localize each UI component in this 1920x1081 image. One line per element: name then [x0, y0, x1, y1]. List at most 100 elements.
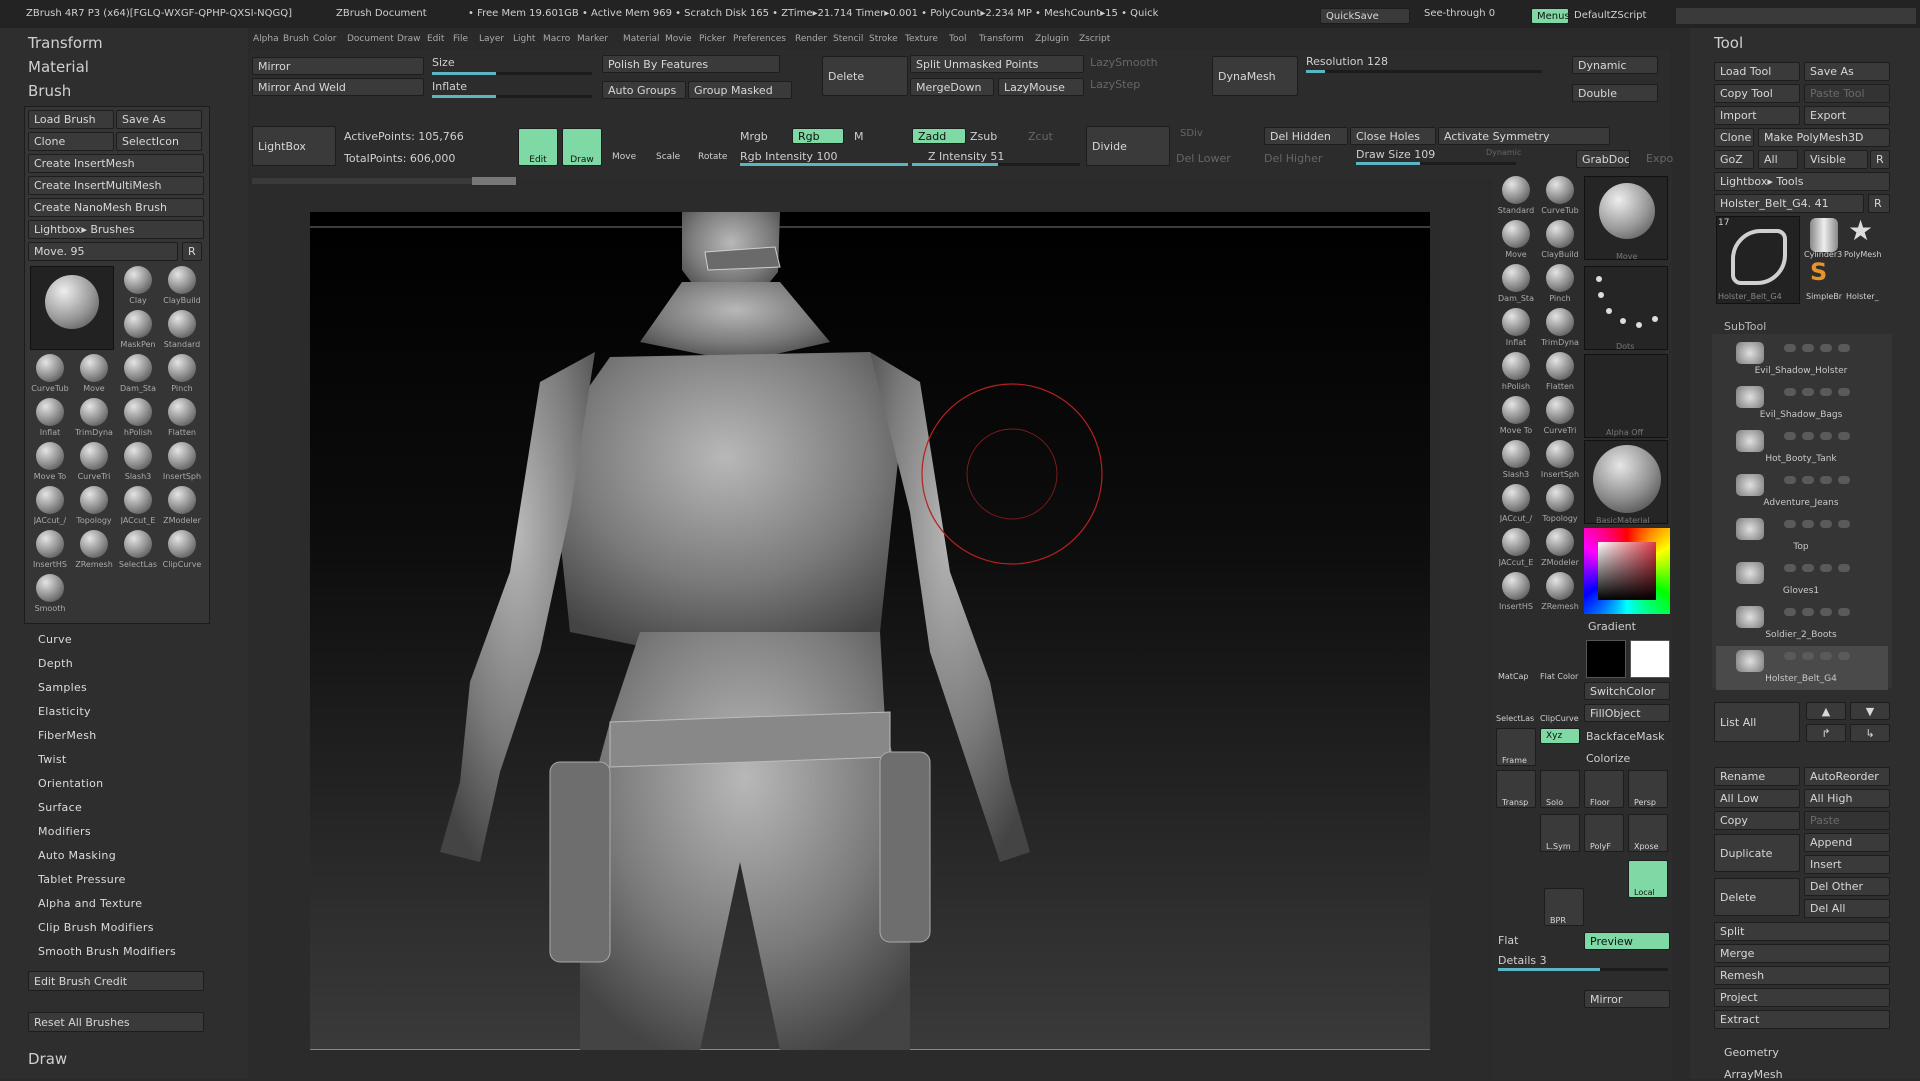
- append-button[interactable]: Append: [1804, 833, 1890, 852]
- subtool-toggles[interactable]: [1784, 344, 1884, 354]
- shelf-brush-hpolish[interactable]: hPolish: [1496, 352, 1536, 396]
- toggle-icon[interactable]: [1802, 520, 1814, 528]
- subtool-row[interactable]: Evil_Shadow_Bags: [1716, 382, 1888, 426]
- goz-visible-button[interactable]: Visible: [1804, 150, 1868, 169]
- section-alpha-and-texture[interactable]: Alpha and Texture: [38, 897, 142, 910]
- subtool-toggles[interactable]: [1784, 476, 1884, 486]
- toggle-icon[interactable]: [1820, 476, 1832, 484]
- menu-macro[interactable]: Macro: [543, 34, 570, 44]
- eye-icon[interactable]: [1838, 476, 1850, 484]
- toggle-icon[interactable]: [1784, 608, 1796, 616]
- copy-tool-button[interactable]: Copy Tool: [1714, 84, 1800, 103]
- paste-subtool-button[interactable]: Paste: [1804, 811, 1890, 830]
- current-tool-slider[interactable]: Holster_Belt_G4. 41: [1714, 194, 1864, 213]
- menu-zscript[interactable]: Zscript: [1079, 34, 1110, 44]
- draw-mode-button[interactable]: Draw: [562, 128, 602, 166]
- subtool-toggles[interactable]: [1784, 432, 1884, 442]
- menu-zplugin[interactable]: Zplugin: [1035, 34, 1069, 44]
- selecticon-button[interactable]: SelectIcon: [116, 132, 202, 151]
- main-color-swatch[interactable]: [1586, 640, 1626, 678]
- bpr-button[interactable]: BPR: [1544, 888, 1584, 926]
- section-tablet-pressure[interactable]: Tablet Pressure: [38, 873, 126, 886]
- split-unmasked-button[interactable]: Split Unmasked Points: [910, 55, 1084, 73]
- shelf-brush-claybuild[interactable]: ClayBuild: [1540, 220, 1580, 264]
- brush-header[interactable]: Brush: [28, 82, 71, 100]
- colorize-button[interactable]: Colorize: [1586, 752, 1630, 765]
- rgb-intensity-slider[interactable]: Rgb Intensity 100: [740, 150, 837, 163]
- shelf-brush-move[interactable]: Move: [1496, 220, 1536, 264]
- inflate-slider[interactable]: Inflate: [432, 80, 467, 93]
- xyz-button[interactable]: Xyz: [1540, 728, 1580, 744]
- shelf-brush-zremesh[interactable]: ZRemesh: [1540, 572, 1580, 616]
- dynamic-button[interactable]: Dynamic: [1572, 56, 1658, 74]
- edit-mode-button[interactable]: Edit: [518, 128, 558, 166]
- stroke-thumb[interactable]: [1584, 266, 1668, 350]
- current-tool-r[interactable]: R: [1868, 194, 1890, 213]
- toggle-icon[interactable]: [1820, 608, 1832, 616]
- create-nanomesh-button[interactable]: Create NanoMesh Brush: [28, 198, 204, 217]
- create-insertmultimesh-button[interactable]: Create InsertMultiMesh: [28, 176, 204, 195]
- move-down-button[interactable]: ▼: [1850, 702, 1890, 720]
- brush-jaccut-e[interactable]: JACcut_E: [118, 486, 158, 530]
- lazymouse-button[interactable]: LazyMouse: [998, 78, 1084, 96]
- solo-button[interactable]: Solo: [1540, 770, 1580, 808]
- menu-texture[interactable]: Texture: [905, 34, 938, 44]
- toggle-icon[interactable]: [1820, 432, 1832, 440]
- brush-selectlas[interactable]: SelectLas: [118, 530, 158, 574]
- secondary-color-swatch[interactable]: [1630, 640, 1670, 678]
- resolution-slider[interactable]: Resolution 128: [1306, 55, 1388, 68]
- polymesh-star-icon[interactable]: ★: [1848, 214, 1873, 247]
- brush-insertsph[interactable]: InsertSph: [162, 442, 202, 486]
- menu-movie[interactable]: Movie: [665, 34, 692, 44]
- section-auto-masking[interactable]: Auto Masking: [38, 849, 116, 862]
- brush-clay[interactable]: Clay: [118, 266, 158, 310]
- lightbox-tools-button[interactable]: Lightbox▸ Tools: [1714, 172, 1890, 191]
- shelf-brush-standard[interactable]: Standard: [1496, 176, 1536, 220]
- simplebrush-icon[interactable]: S: [1810, 258, 1827, 286]
- menu-preferences[interactable]: Preferences: [733, 34, 786, 44]
- subtool-row[interactable]: Adventure_Jeans: [1716, 470, 1888, 514]
- shelf-brush-dam-sta[interactable]: Dam_Sta: [1496, 264, 1536, 308]
- zcut-button[interactable]: Zcut: [1028, 130, 1053, 143]
- extract-section[interactable]: Extract: [1714, 1010, 1890, 1029]
- toggle-icon[interactable]: [1802, 564, 1814, 572]
- brush-dam-sta[interactable]: Dam_Sta: [118, 354, 158, 398]
- toggle-icon[interactable]: [1802, 432, 1814, 440]
- draw-header[interactable]: Draw: [28, 1050, 67, 1068]
- dynamesh-button[interactable]: DynaMesh: [1212, 56, 1298, 96]
- draw-size-slider[interactable]: Draw Size 109: [1356, 148, 1435, 161]
- clone-tool-button[interactable]: Clone: [1714, 128, 1754, 147]
- delete-subtool-button[interactable]: Delete: [1714, 878, 1800, 916]
- create-insertmesh-button[interactable]: Create InsertMesh: [28, 154, 204, 173]
- insert-button[interactable]: Insert: [1804, 855, 1890, 874]
- merge-section[interactable]: Merge: [1714, 944, 1890, 963]
- menu-stencil[interactable]: Stencil: [833, 34, 863, 44]
- polish-by-features-button[interactable]: Polish By Features: [602, 55, 780, 73]
- current-brush-thumb[interactable]: [30, 266, 114, 350]
- mirror-preview-button[interactable]: Mirror: [1584, 990, 1670, 1008]
- duplicate-button[interactable]: Duplicate: [1714, 834, 1800, 872]
- toggle-icon[interactable]: [1802, 476, 1814, 484]
- persp-button[interactable]: Persp: [1628, 770, 1668, 808]
- quicksave-button[interactable]: QuickSave: [1320, 8, 1410, 24]
- r-button[interactable]: R: [182, 242, 202, 261]
- import-button[interactable]: Import: [1714, 106, 1800, 125]
- shelf-brush-curvetub[interactable]: CurveTub: [1540, 176, 1580, 220]
- toggle-icon[interactable]: [1784, 652, 1796, 660]
- export-button[interactable]: Export: [1804, 106, 1890, 125]
- brush-maskpen[interactable]: MaskPen: [118, 310, 158, 354]
- mirror-and-weld-button[interactable]: Mirror And Weld: [252, 78, 424, 96]
- del-all-button[interactable]: Del All: [1804, 899, 1890, 918]
- eye-icon[interactable]: [1838, 608, 1850, 616]
- toggle-icon[interactable]: [1784, 564, 1796, 572]
- save-as-brush-button[interactable]: Save As: [116, 110, 202, 129]
- toggle-icon[interactable]: [1820, 652, 1832, 660]
- subtool-row[interactable]: Holster_Belt_G4: [1716, 646, 1888, 690]
- m-button[interactable]: M: [854, 130, 864, 143]
- menu-picker[interactable]: Picker: [699, 34, 726, 44]
- brush-zmodeler[interactable]: ZModeler: [162, 486, 202, 530]
- subtool-toggles[interactable]: [1784, 608, 1884, 618]
- section-orientation[interactable]: Orientation: [38, 777, 103, 790]
- matcap-label[interactable]: MatCap: [1498, 672, 1529, 681]
- clone-brush-button[interactable]: Clone: [28, 132, 114, 151]
